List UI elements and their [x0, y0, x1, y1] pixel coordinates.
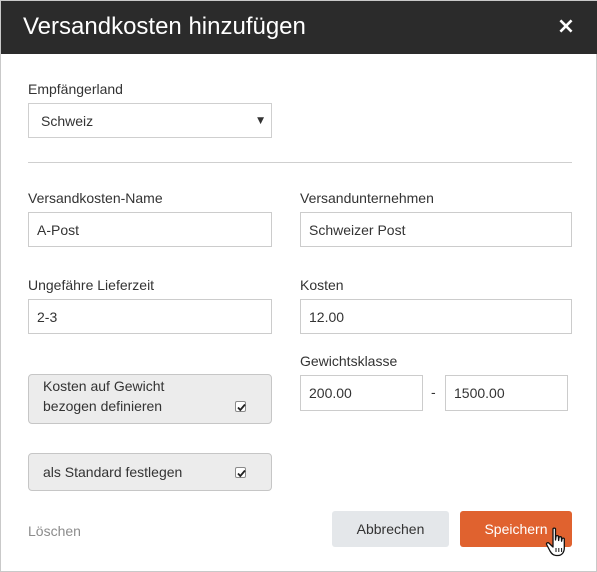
- add-shipping-cost-dialog: Versandkosten hinzufügen × Empfängerland…: [0, 0, 597, 572]
- weight-to-value: 1500.00: [454, 385, 505, 401]
- carrier-label: Versandunternehmen: [300, 190, 434, 206]
- carrier-input[interactable]: Schweizer Post: [300, 212, 572, 247]
- carrier-value: Schweizer Post: [309, 221, 406, 238]
- checkmark-icon: [237, 469, 246, 478]
- weight-based-checkbox[interactable]: [235, 401, 246, 412]
- save-button-label: Speichern: [484, 521, 548, 537]
- country-select-value: Schweiz: [41, 112, 94, 129]
- close-icon[interactable]: ×: [554, 13, 578, 41]
- cost-input[interactable]: 12.00: [300, 299, 572, 334]
- weight-from-value: 200.00: [309, 385, 352, 401]
- dialog-title: Versandkosten hinzufügen: [23, 13, 306, 40]
- shipping-name-input[interactable]: A-Post: [28, 212, 272, 247]
- shipping-name-label: Versandkosten-Name: [28, 190, 163, 206]
- section-divider: [28, 162, 572, 163]
- country-label: Empfängerland: [28, 81, 123, 97]
- country-select[interactable]: Schweiz ▼: [28, 103, 272, 138]
- cost-value: 12.00: [309, 308, 345, 325]
- weight-based-toggle[interactable]: Kosten auf Gewicht bezogen definieren: [28, 374, 272, 424]
- cancel-button-label: Abbrechen: [356, 521, 425, 537]
- delivery-time-label: Ungefähre Lieferzeit: [28, 277, 155, 293]
- checkmark-icon: [237, 403, 246, 412]
- delivery-time-value: 2-3: [37, 308, 58, 325]
- weight-range-separator: -: [431, 384, 436, 400]
- delivery-time-input[interactable]: 2-3: [28, 299, 272, 334]
- hand-pointer-icon: [545, 527, 565, 557]
- dialog-titlebar: Versandkosten hinzufügen ×: [1, 1, 597, 54]
- weight-from-input[interactable]: 200.00: [300, 375, 423, 411]
- set-default-toggle[interactable]: als Standard festlegen: [28, 453, 272, 491]
- shipping-name-value: A-Post: [37, 221, 80, 238]
- weight-based-label-line2: bezogen definieren: [43, 398, 163, 414]
- chevron-down-icon: ▼: [257, 116, 264, 126]
- set-default-label: als Standard festlegen: [43, 464, 183, 480]
- weight-class-label: Gewichtsklasse: [300, 353, 398, 369]
- weight-to-input[interactable]: 1500.00: [445, 375, 568, 411]
- delete-link[interactable]: Löschen: [28, 523, 81, 539]
- set-default-checkbox[interactable]: [235, 467, 246, 478]
- cancel-button[interactable]: Abbrechen: [332, 511, 449, 547]
- weight-based-label-line1: Kosten auf Gewicht: [43, 378, 165, 394]
- cost-label: Kosten: [300, 277, 344, 293]
